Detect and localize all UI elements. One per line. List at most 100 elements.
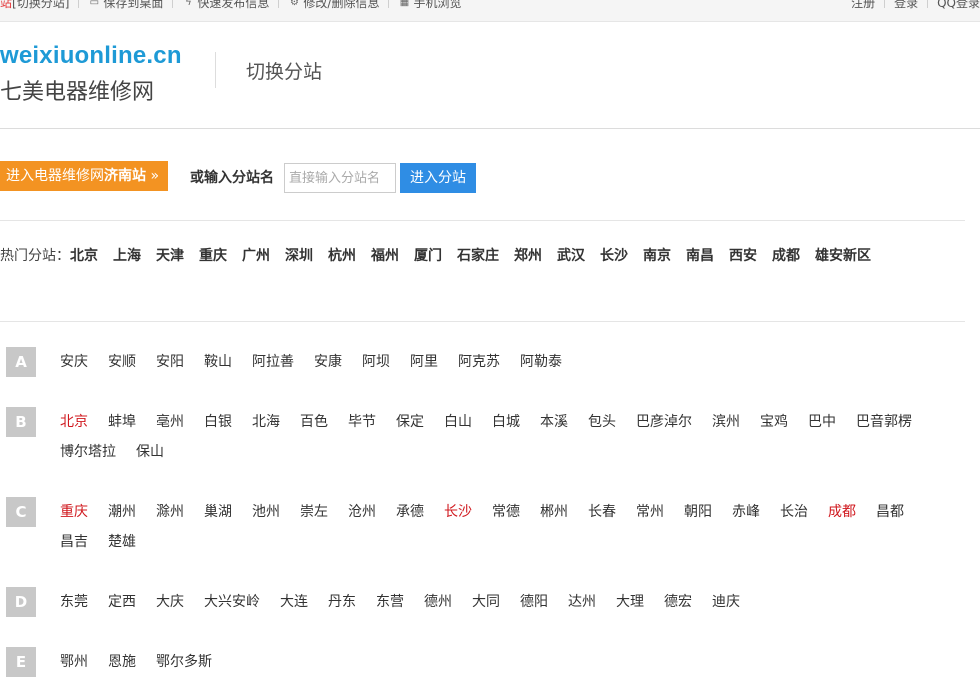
city-link[interactable]: 大连 bbox=[280, 587, 308, 617]
city-link[interactable]: 鄂州 bbox=[60, 647, 88, 677]
site-name-input[interactable] bbox=[284, 163, 396, 193]
city-link[interactable]: 安顺 bbox=[108, 347, 136, 377]
city-link[interactable]: 德宏 bbox=[664, 587, 692, 617]
logo-domain[interactable]: weixiuonline.cn bbox=[0, 42, 182, 70]
edit-delete-link[interactable]: ⚙ 修改/删除信息 bbox=[288, 0, 380, 11]
hot-city-link[interactable]: 厦门 bbox=[414, 248, 442, 264]
city-link[interactable]: 安康 bbox=[314, 347, 342, 377]
city-link[interactable]: 昌都 bbox=[876, 497, 904, 527]
city-link[interactable]: 鄂尔多斯 bbox=[156, 647, 212, 677]
city-link[interactable]: 博尔塔拉 bbox=[60, 437, 116, 467]
hot-city-link[interactable]: 南京 bbox=[643, 248, 671, 264]
city-link[interactable]: 毕节 bbox=[348, 407, 376, 437]
go-to-site-button[interactable]: 进入分站 bbox=[400, 163, 476, 193]
hot-city-link[interactable]: 成都 bbox=[772, 248, 800, 264]
city-link[interactable]: 保山 bbox=[136, 437, 164, 467]
city-link[interactable]: 池州 bbox=[252, 497, 280, 527]
hot-city-link[interactable]: 西安 bbox=[729, 248, 757, 264]
hot-city-link[interactable]: 长沙 bbox=[600, 248, 628, 264]
city-link[interactable]: 滁州 bbox=[156, 497, 184, 527]
save-to-desktop-link[interactable]: ▭ 保存到桌面 bbox=[88, 0, 164, 11]
city-link[interactable]: 白山 bbox=[444, 407, 472, 437]
city-link[interactable]: 巴中 bbox=[808, 407, 836, 437]
city-link[interactable]: 潮州 bbox=[108, 497, 136, 527]
city-link[interactable]: 百色 bbox=[300, 407, 328, 437]
city-link[interactable]: 成都 bbox=[828, 497, 856, 527]
city-link[interactable]: 亳州 bbox=[156, 407, 184, 437]
city-link[interactable]: 白银 bbox=[204, 407, 232, 437]
city-link[interactable]: 包头 bbox=[588, 407, 616, 437]
quick-post-link[interactable]: ϟ 快速发布信息 bbox=[182, 0, 269, 11]
hot-city-link[interactable]: 深圳 bbox=[285, 248, 313, 264]
city-link[interactable]: 定西 bbox=[108, 587, 136, 617]
city-link[interactable]: 北京 bbox=[60, 407, 88, 437]
city-link[interactable]: 安庆 bbox=[60, 347, 88, 377]
city-link[interactable]: 巴彦淖尔 bbox=[636, 407, 692, 437]
city-link[interactable]: 常州 bbox=[636, 497, 664, 527]
city-link[interactable]: 阿里 bbox=[410, 347, 438, 377]
city-link[interactable]: 昌吉 bbox=[60, 527, 88, 557]
city-link[interactable]: 鞍山 bbox=[204, 347, 232, 377]
city-link[interactable]: 滨州 bbox=[712, 407, 740, 437]
city-link[interactable]: 大兴安岭 bbox=[204, 587, 260, 617]
hot-city-link[interactable]: 福州 bbox=[371, 248, 399, 264]
enter-default-site-button[interactable]: 进入电器维修网济南站 » bbox=[0, 161, 169, 191]
city-link[interactable]: 常德 bbox=[492, 497, 520, 527]
city-link[interactable]: 宝鸡 bbox=[760, 407, 788, 437]
city-link[interactable]: 蚌埠 bbox=[108, 407, 136, 437]
hot-city-link[interactable]: 南昌 bbox=[686, 248, 714, 264]
hot-city-link[interactable]: 天津 bbox=[156, 248, 184, 264]
city-link[interactable]: 阿拉善 bbox=[252, 347, 294, 377]
city-link[interactable]: 大理 bbox=[616, 587, 644, 617]
hot-city-link[interactable]: 重庆 bbox=[199, 248, 227, 264]
city-link[interactable]: 德阳 bbox=[520, 587, 548, 617]
city-link[interactable]: 重庆 bbox=[60, 497, 88, 527]
city-link[interactable]: 长春 bbox=[588, 497, 616, 527]
city-link[interactable]: 沧州 bbox=[348, 497, 376, 527]
hot-city-link[interactable]: 上海 bbox=[113, 248, 141, 264]
logo-site-name[interactable]: 七美电器维修网 bbox=[0, 74, 154, 106]
city-link[interactable]: 楚雄 bbox=[108, 527, 136, 557]
city-link[interactable]: 阿克苏 bbox=[458, 347, 500, 377]
city-link[interactable]: 德州 bbox=[424, 587, 452, 617]
login-link[interactable]: 登录 bbox=[894, 0, 918, 11]
city-link[interactable]: 巢湖 bbox=[204, 497, 232, 527]
city-link[interactable]: 保定 bbox=[396, 407, 424, 437]
city-link[interactable]: 迪庆 bbox=[712, 587, 740, 617]
city-link[interactable]: 大同 bbox=[472, 587, 500, 617]
mobile-browse-link[interactable]: ▦ 手机浏览 bbox=[398, 0, 462, 11]
hot-city-link[interactable]: 郑州 bbox=[514, 248, 542, 264]
city-link[interactable]: 白城 bbox=[492, 407, 520, 437]
city-link[interactable]: 东营 bbox=[376, 587, 404, 617]
city-link[interactable]: 长治 bbox=[780, 497, 808, 527]
hot-city-link[interactable]: 广州 bbox=[242, 248, 270, 264]
city-link[interactable]: 大庆 bbox=[156, 587, 184, 617]
city-link[interactable]: 朝阳 bbox=[684, 497, 712, 527]
city-link[interactable]: 长沙 bbox=[444, 497, 472, 527]
city-link[interactable]: 承德 bbox=[396, 497, 424, 527]
hot-city-link[interactable]: 雄安新区 bbox=[815, 248, 871, 264]
city-link[interactable]: 赤峰 bbox=[732, 497, 760, 527]
hot-city-link[interactable]: 石家庄 bbox=[457, 248, 499, 264]
city-link[interactable]: 阿坝 bbox=[362, 347, 390, 377]
hot-city-link[interactable]: 杭州 bbox=[328, 248, 356, 264]
city-link[interactable]: 安阳 bbox=[156, 347, 184, 377]
page-title: 切换分站 bbox=[246, 61, 323, 83]
city-link[interactable]: 本溪 bbox=[540, 407, 568, 437]
city-link[interactable]: 恩施 bbox=[108, 647, 136, 677]
hot-city-link[interactable]: 武汉 bbox=[557, 248, 585, 264]
city-link[interactable]: 阿勒泰 bbox=[520, 347, 562, 377]
switch-site-link[interactable]: [切换分站] bbox=[12, 0, 69, 11]
header-rule bbox=[0, 128, 980, 129]
register-link[interactable]: 注册 bbox=[851, 0, 875, 11]
city-link[interactable]: 北海 bbox=[252, 407, 280, 437]
city-link[interactable]: 东莞 bbox=[60, 587, 88, 617]
city-link[interactable]: 崇左 bbox=[300, 497, 328, 527]
edit-delete-label: 修改/删除信息 bbox=[303, 0, 380, 10]
city-link[interactable]: 巴音郭楞 bbox=[856, 407, 912, 437]
hot-city-link[interactable]: 北京 bbox=[70, 248, 98, 264]
qq-login-link[interactable]: QQ登录 bbox=[937, 0, 980, 11]
city-link[interactable]: 郴州 bbox=[540, 497, 568, 527]
city-link[interactable]: 达州 bbox=[568, 587, 596, 617]
city-link[interactable]: 丹东 bbox=[328, 587, 356, 617]
